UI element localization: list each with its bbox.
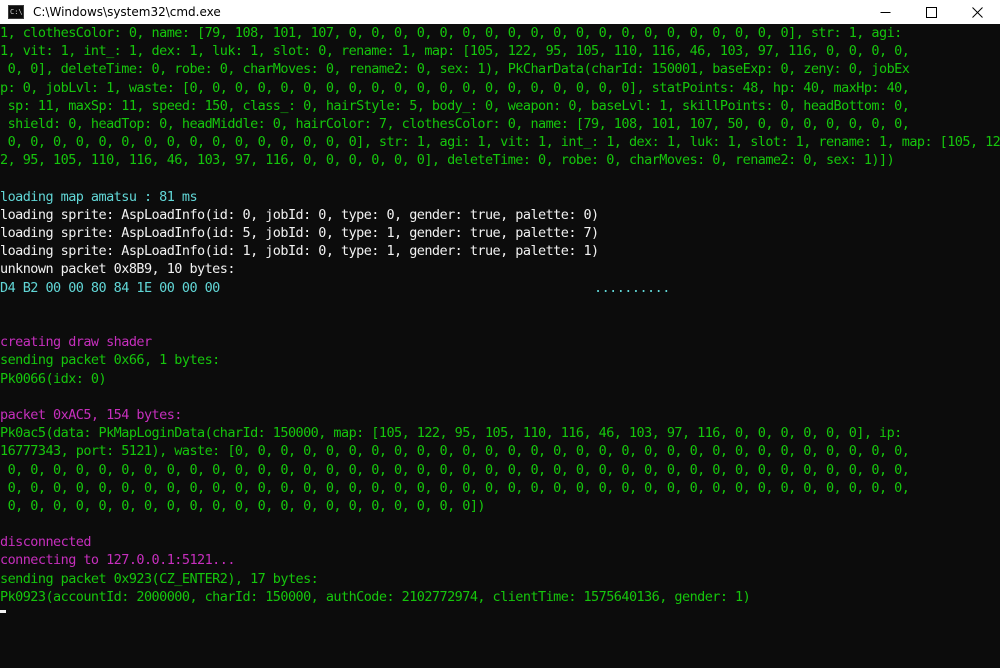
console-line: unknown packet 0x8B9, 10 bytes: <box>0 261 235 278</box>
console-line: connecting to 127.0.0.1:5121... <box>0 552 235 569</box>
console-line: Pk0066(idx: 0) <box>0 370 107 387</box>
console-line: p: 0, jobLvl: 1, waste: [0, 0, 0, 0, 0, … <box>0 79 910 96</box>
window-title: C:\Windows\system32\cmd.exe <box>33 5 221 19</box>
console-line: loading map amatsu : 81 ms <box>0 188 198 205</box>
hex-dump-bytes: D4 B2 00 00 80 84 1E 00 00 00 <box>0 279 220 296</box>
maximize-icon <box>925 6 937 18</box>
maximize-button[interactable] <box>908 0 954 24</box>
close-icon <box>971 6 983 18</box>
text-cursor <box>0 610 6 613</box>
console-line: shield: 0, headTop: 0, headMiddle: 0, ha… <box>0 115 910 132</box>
console-line: 2, 95, 105, 110, 116, 46, 103, 97, 116, … <box>0 152 895 169</box>
console-line: creating draw shader <box>0 334 152 351</box>
title-bar[interactable]: C:\. C:\Windows\system32\cmd.exe <box>0 0 1000 24</box>
hex-dump-ascii: .......... <box>594 279 670 296</box>
console-line: sending packet 0x923(CZ_ENTER2), 17 byte… <box>0 570 319 587</box>
console-line: 16777343, port: 5121), waste: [0, 0, 0, … <box>0 443 910 460</box>
console-line: loading sprite: AspLoadInfo(id: 5, jobId… <box>0 225 599 242</box>
console-line: 1, clothesColor: 0, name: [79, 108, 101,… <box>0 25 902 41</box>
close-button[interactable] <box>954 0 1000 24</box>
minimize-button[interactable] <box>862 0 908 24</box>
console-window: C:\. C:\Windows\system32\cmd.exe 1, clot <box>0 0 1000 668</box>
console-line: 0, 0], deleteTime: 0, robe: 0, charMoves… <box>0 61 910 78</box>
console-line: loading sprite: AspLoadInfo(id: 0, jobId… <box>0 206 599 223</box>
console-line: sending packet 0x66, 1 bytes: <box>0 352 220 369</box>
console-output[interactable]: 1, clothesColor: 0, name: [79, 108, 101,… <box>0 24 1000 668</box>
console-line: 0, 0, 0, 0, 0, 0, 0, 0, 0, 0, 0, 0, 0, 0… <box>0 461 910 478</box>
console-line: disconnected <box>0 534 91 551</box>
console-line: 0, 0, 0, 0, 0, 0, 0, 0, 0, 0, 0, 0, 0, 0… <box>0 479 910 496</box>
console-line: D4 B2 00 00 80 84 1E 00 00 00.......... <box>0 279 1000 297</box>
console-line: sp: 11, maxSp: 11, speed: 150, class_: 0… <box>0 97 910 114</box>
console-line: Pk0ac5(data: PkMapLoginData(charId: 1500… <box>0 425 902 442</box>
console-line: Pk0923(accountId: 2000000, charId: 15000… <box>0 588 751 605</box>
minimize-icon <box>880 11 890 13</box>
console-line: loading sprite: AspLoadInfo(id: 1, jobId… <box>0 243 599 260</box>
console-line: 0, 0, 0, 0, 0, 0, 0, 0, 0, 0, 0, 0, 0, 0… <box>0 497 486 514</box>
console-line: 0, 0, 0, 0, 0, 0, 0, 0, 0, 0, 0, 0, 0, 0… <box>0 134 1000 151</box>
console-icon: C:\. <box>8 5 24 19</box>
console-line: packet 0xAC5, 154 bytes: <box>0 406 182 423</box>
console-line: 1, vit: 1, int_: 1, dex: 1, luk: 1, slot… <box>0 43 910 60</box>
window-controls <box>862 0 1000 24</box>
